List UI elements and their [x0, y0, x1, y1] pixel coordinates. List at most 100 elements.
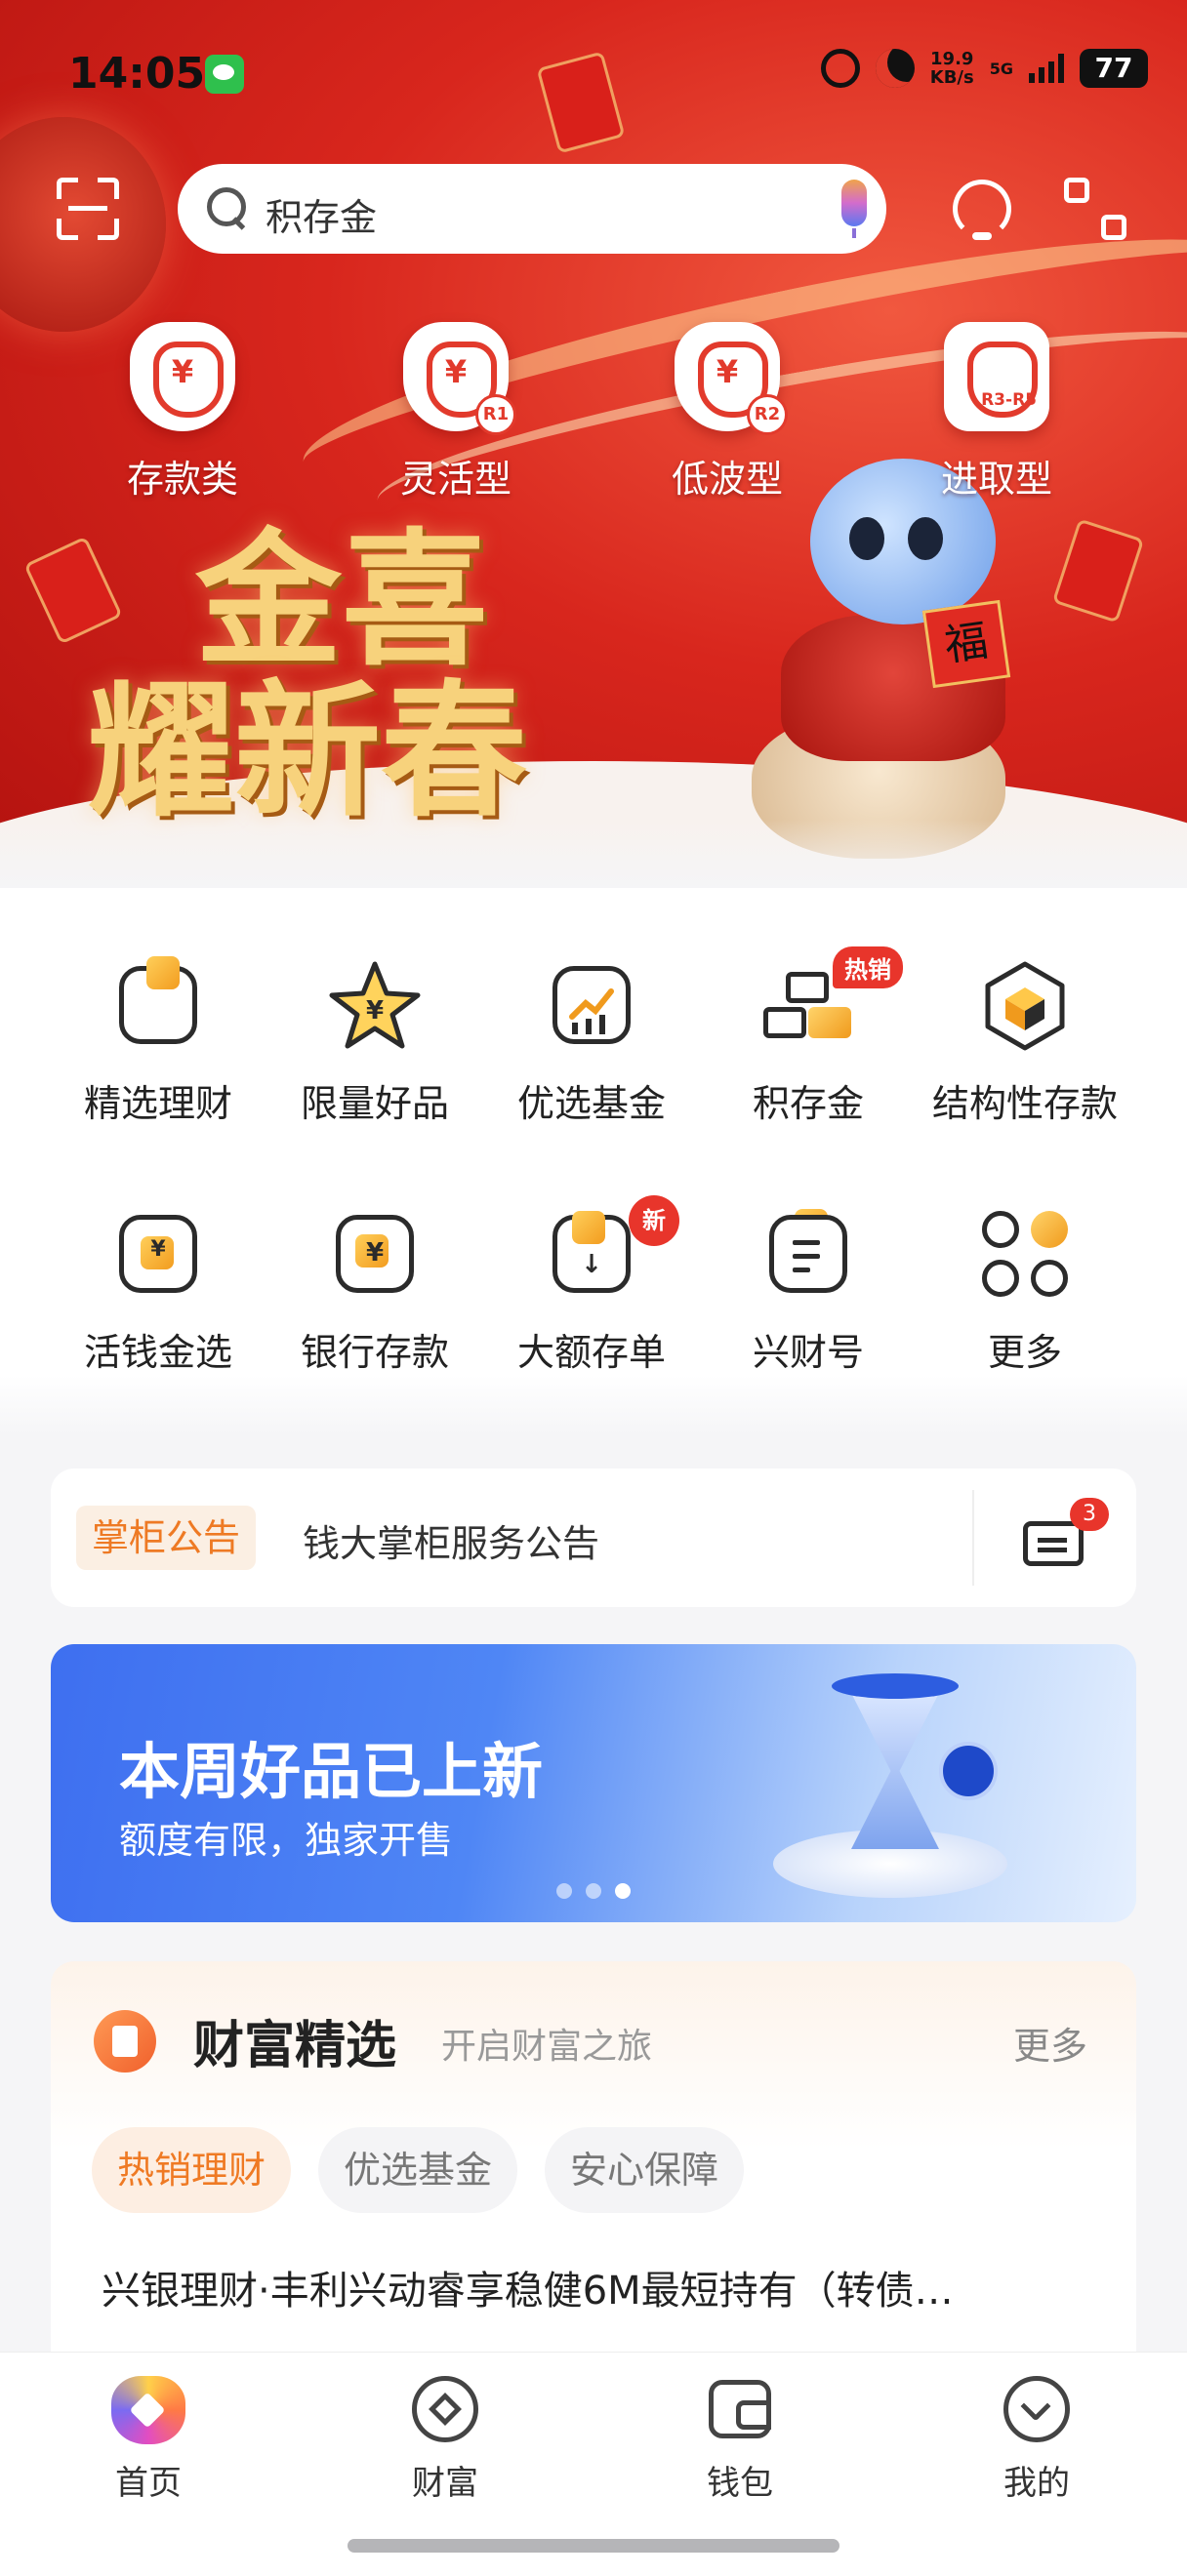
carousel-indicator [556, 1883, 631, 1899]
search-icon [207, 187, 248, 228]
quick-menu-grid: 精选理财 ¥ 限量好品 优选基金 积存金 热销 结构性存款 ¥ 活钱金选 ¥ 银… [0, 888, 1187, 1434]
top-bar: 积存金 [39, 164, 1148, 254]
low-volatility-shield-icon: ¥ R2 [675, 322, 788, 435]
network-speed: 19.9 KB/s [930, 50, 974, 87]
hero-title: 金喜 耀新春 [88, 527, 634, 829]
menu-item-label: 活钱金选 [83, 1331, 232, 1374]
nav-profile[interactable]: 我的 [939, 2372, 1134, 2504]
menu-item-limited-goods[interactable]: ¥ 限量好品 [267, 956, 482, 1127]
category-label: 低波型 [671, 458, 783, 501]
wealth-icon [94, 2010, 156, 2073]
menu-item-label: 结构性存款 [931, 1082, 1118, 1125]
switch-mode-icon[interactable] [1064, 178, 1126, 240]
certificate-deposit-icon: ↓ [543, 1205, 640, 1303]
growth-chart-icon: R3-R5 [944, 322, 1049, 431]
menu-item-featured-finance[interactable]: 精选理财 [51, 956, 266, 1127]
nav-home[interactable]: 首页 [51, 2372, 246, 2504]
menu-item-label: 精选理财 [83, 1082, 232, 1125]
message-icon[interactable]: 3 [1023, 1498, 1109, 1572]
new-badge: 新 [629, 1195, 679, 1246]
tab-preferred-funds[interactable]: 优选基金 [318, 2127, 518, 2213]
status-time: 14:05 [68, 49, 206, 99]
menu-item-label: 兴财号 [752, 1331, 864, 1374]
home-icon [111, 2376, 185, 2444]
menu-item-label: 积存金 [752, 1082, 864, 1125]
announcement-tag: 掌柜公告 [76, 1506, 257, 1570]
nav-label: 财富 [412, 2464, 478, 2503]
product-title[interactable]: 兴银理财·丰利兴动睿享稳健6M最短持有（转债… [102, 2259, 1097, 2315]
coin-cycle-icon: ¥ [109, 1205, 207, 1303]
nav-wealth[interactable]: 财富 [348, 2372, 543, 2504]
risk-category-row: ¥ 存款类 ¥ R1 灵活型 ¥ R2 低波型 R3-R5 进取型 [0, 322, 1187, 517]
category-aggressive[interactable]: R3-R5 进取型 [914, 322, 1080, 503]
hero-title-line2: 耀新春 [88, 665, 528, 837]
home-indicator[interactable] [348, 2539, 839, 2553]
grid-fade [0, 1376, 1187, 1434]
section-title: 财富精选 [193, 2017, 397, 2075]
network-type: 5G [989, 59, 1013, 78]
section-subtitle: 开启财富之旅 [441, 2027, 653, 2067]
menu-item-bank-deposit[interactable]: ¥ 银行存款 [267, 1205, 482, 1376]
customer-service-icon[interactable] [947, 176, 1015, 244]
search-input[interactable]: 积存金 [178, 164, 886, 254]
risk-level-tag: R2 [747, 394, 788, 435]
carousel-dot [586, 1883, 601, 1899]
signal-icon [1029, 54, 1064, 83]
promo-banner[interactable]: 本周好品已上新 额度有限，独家开售 [51, 1644, 1136, 1922]
svg-text:¥: ¥ [366, 996, 384, 1026]
banner-fade [0, 820, 1187, 888]
risk-level-tag: R3-R5 [981, 390, 1037, 410]
bank-house-icon: ¥ [326, 1205, 424, 1303]
wealth-tabs: 热销理财 优选基金 安心保障 [92, 2127, 745, 2213]
mascot-eye [908, 517, 943, 560]
wechat-notification-icon [205, 55, 244, 94]
divider [972, 1490, 974, 1586]
menu-item-label: 限量好品 [300, 1082, 449, 1125]
menu-item-label: 银行存款 [300, 1331, 449, 1374]
hexagon-box-icon [976, 956, 1074, 1054]
tab-hot-finance[interactable]: 热销理财 [92, 2127, 292, 2213]
fund-chart-icon [543, 956, 640, 1054]
announcement-text: 钱大掌柜服务公告 [303, 1522, 600, 1565]
wallet-icon [709, 2380, 771, 2438]
microphone-icon[interactable] [841, 180, 867, 238]
mascot-eye [849, 517, 884, 560]
menu-item-cash-gold[interactable]: ¥ 活钱金选 [51, 1205, 266, 1376]
more-link[interactable]: 更多 [1013, 2016, 1087, 2070]
menu-item-more[interactable]: 更多 [918, 1205, 1132, 1376]
network-speed-unit: KB/s [929, 67, 974, 88]
nav-wallet[interactable]: 钱包 [642, 2372, 838, 2504]
menu-item-label: 更多 [987, 1331, 1062, 1374]
carousel-dot-active [615, 1883, 631, 1899]
menu-item-label: 优选基金 [516, 1082, 666, 1125]
category-deposit[interactable]: ¥ 存款类 [100, 322, 266, 503]
wealth-selection-card: 财富精选 开启财富之旅 更多 热销理财 优选基金 安心保障 兴银理财·丰利兴动睿… [51, 1961, 1136, 2381]
nav-label: 钱包 [707, 2464, 773, 2503]
category-label: 存款类 [126, 458, 238, 501]
tab-insurance[interactable]: 安心保障 [545, 2127, 745, 2213]
category-label: 灵活型 [399, 458, 512, 501]
hot-badge: 热销 [833, 946, 903, 988]
nav-label: 我的 [1003, 2464, 1070, 2503]
message-count-badge: 3 [1070, 1498, 1109, 1531]
menu-item-preferred-funds[interactable]: 优选基金 [484, 956, 699, 1127]
promo-subtitle: 额度有限，独家开售 [119, 1819, 454, 1862]
more-apps-icon [976, 1205, 1074, 1303]
risk-level-tag: R1 [475, 394, 516, 435]
menu-item-large-cd[interactable]: ↓ 大额存单 新 [484, 1195, 699, 1376]
category-flexible[interactable]: ¥ R1 灵活型 [373, 322, 539, 503]
search-placeholder: 积存金 [266, 196, 378, 239]
alarm-icon [820, 49, 860, 88]
category-low-volatility[interactable]: ¥ R2 低波型 [644, 322, 810, 503]
hero-title-line1: 金喜 [195, 514, 489, 686]
menu-item-xingcaihao[interactable]: 兴财号 [701, 1205, 916, 1376]
announcement-bar[interactable]: 掌柜公告 钱大掌柜服务公告 3 [51, 1469, 1136, 1607]
menu-item-label: 大额存单 [516, 1331, 666, 1374]
menu-item-gold-accumulation[interactable]: 积存金 热销 [701, 946, 916, 1127]
piggy-bank-icon [109, 956, 207, 1054]
flexible-shield-icon: ¥ R1 [403, 322, 516, 435]
do-not-disturb-icon [875, 49, 915, 88]
network-speed-value: 19.9 [930, 49, 974, 69]
menu-item-structured-deposit[interactable]: 结构性存款 [918, 956, 1132, 1127]
scan-icon[interactable] [57, 178, 119, 240]
